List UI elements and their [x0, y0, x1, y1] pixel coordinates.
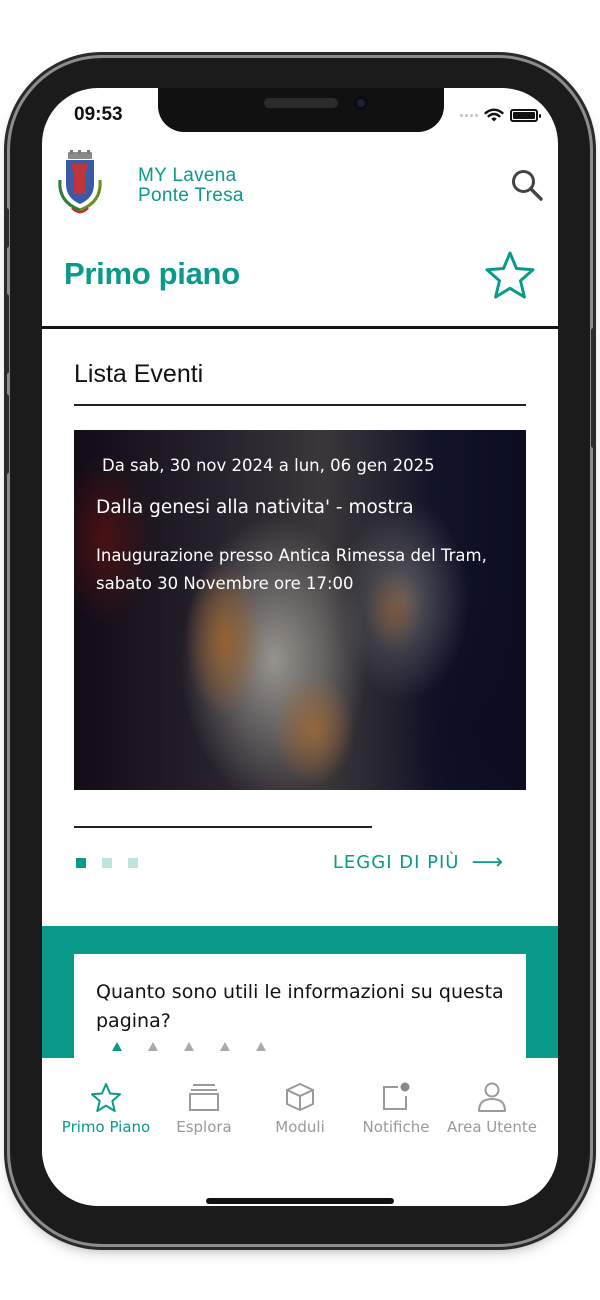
- cube-icon: [286, 1083, 314, 1111]
- app-brand: MY Lavena Ponte Tresa: [138, 166, 244, 206]
- brand-line-1: MY Lavena: [138, 165, 237, 186]
- rating-star-icon[interactable]: [148, 1042, 158, 1051]
- tab-area-utente[interactable]: Area Utente: [442, 1082, 542, 1136]
- status-icons: [460, 108, 541, 123]
- star-icon: [91, 1083, 121, 1112]
- event-title: Dalla genesi alla nativita' - mostra: [96, 497, 414, 518]
- rating-star-icon[interactable]: [112, 1042, 122, 1051]
- municipal-crest-logo: [58, 150, 102, 214]
- event-description: Inaugurazione presso Antica Rimessa del …: [96, 546, 487, 593]
- user-icon: [478, 1082, 506, 1112]
- read-more-label: LEGGI DI PIÙ: [332, 852, 460, 873]
- read-more-link[interactable]: LEGGI DI PIÙ ⟶: [333, 850, 504, 875]
- tab-moduli[interactable]: Moduli: [250, 1082, 350, 1136]
- tab-primo-piano[interactable]: Primo Piano: [56, 1082, 156, 1136]
- section-title: Lista Eventi: [74, 360, 204, 388]
- battery-icon: [510, 109, 541, 122]
- power-button: [591, 328, 596, 448]
- notification-icon: [383, 1082, 410, 1110]
- event-text: Da sab, 30 nov 2024 a lun, 06 gen 2025 D…: [96, 456, 506, 598]
- tab-esplora[interactable]: Esplora: [154, 1082, 254, 1136]
- pagination-dot[interactable]: [76, 858, 86, 868]
- front-camera: [354, 96, 368, 110]
- tab-label: Primo Piano: [61, 1118, 151, 1136]
- rating-star-icon[interactable]: [220, 1042, 230, 1051]
- brand-line-2: Ponte Tresa: [138, 185, 244, 206]
- home-indicator[interactable]: [206, 1198, 394, 1204]
- volume-up-button: [4, 294, 9, 374]
- speaker: [264, 98, 338, 108]
- carousel-pagination: [76, 858, 138, 868]
- rating-stars: [112, 1042, 266, 1051]
- volume-down-button: [4, 394, 9, 474]
- tab-notifiche[interactable]: Notifiche: [346, 1082, 446, 1136]
- search-icon[interactable]: [510, 168, 544, 202]
- tab-label: Moduli: [275, 1118, 325, 1136]
- tab-label: Area Utente: [447, 1118, 537, 1136]
- phone-screen: 09:53 MY Lavena Ponte Tresa Primo piano: [42, 88, 558, 1206]
- pagination-dot[interactable]: [102, 858, 112, 868]
- feedback-question: Quanto sono utili le informazioni su que…: [96, 981, 504, 1032]
- rating-star-icon[interactable]: [184, 1042, 194, 1051]
- stack-icon: [189, 1084, 219, 1111]
- header-divider: [42, 326, 558, 329]
- pagination-dot[interactable]: [128, 858, 138, 868]
- star-icon[interactable]: [484, 250, 536, 300]
- status-time: 09:53: [74, 104, 123, 125]
- page-title: Primo piano: [64, 256, 240, 291]
- slider-divider: [74, 826, 372, 828]
- signal-icon: [460, 114, 478, 117]
- tab-label: Esplora: [176, 1118, 232, 1136]
- mute-switch: [4, 208, 9, 248]
- notch: [158, 88, 444, 132]
- tab-label: Notifiche: [362, 1118, 430, 1136]
- event-date: Da sab, 30 nov 2024 a lun, 06 gen 2025: [102, 456, 435, 475]
- section-divider: [74, 404, 526, 406]
- rating-star-icon[interactable]: [256, 1042, 266, 1051]
- tab-bar: Primo Piano Esplora Moduli Notifiche Are…: [42, 1058, 558, 1206]
- arrow-right-icon: ⟶: [471, 850, 504, 875]
- wifi-icon: [484, 108, 504, 122]
- event-card[interactable]: Da sab, 30 nov 2024 a lun, 06 gen 2025 D…: [74, 430, 526, 790]
